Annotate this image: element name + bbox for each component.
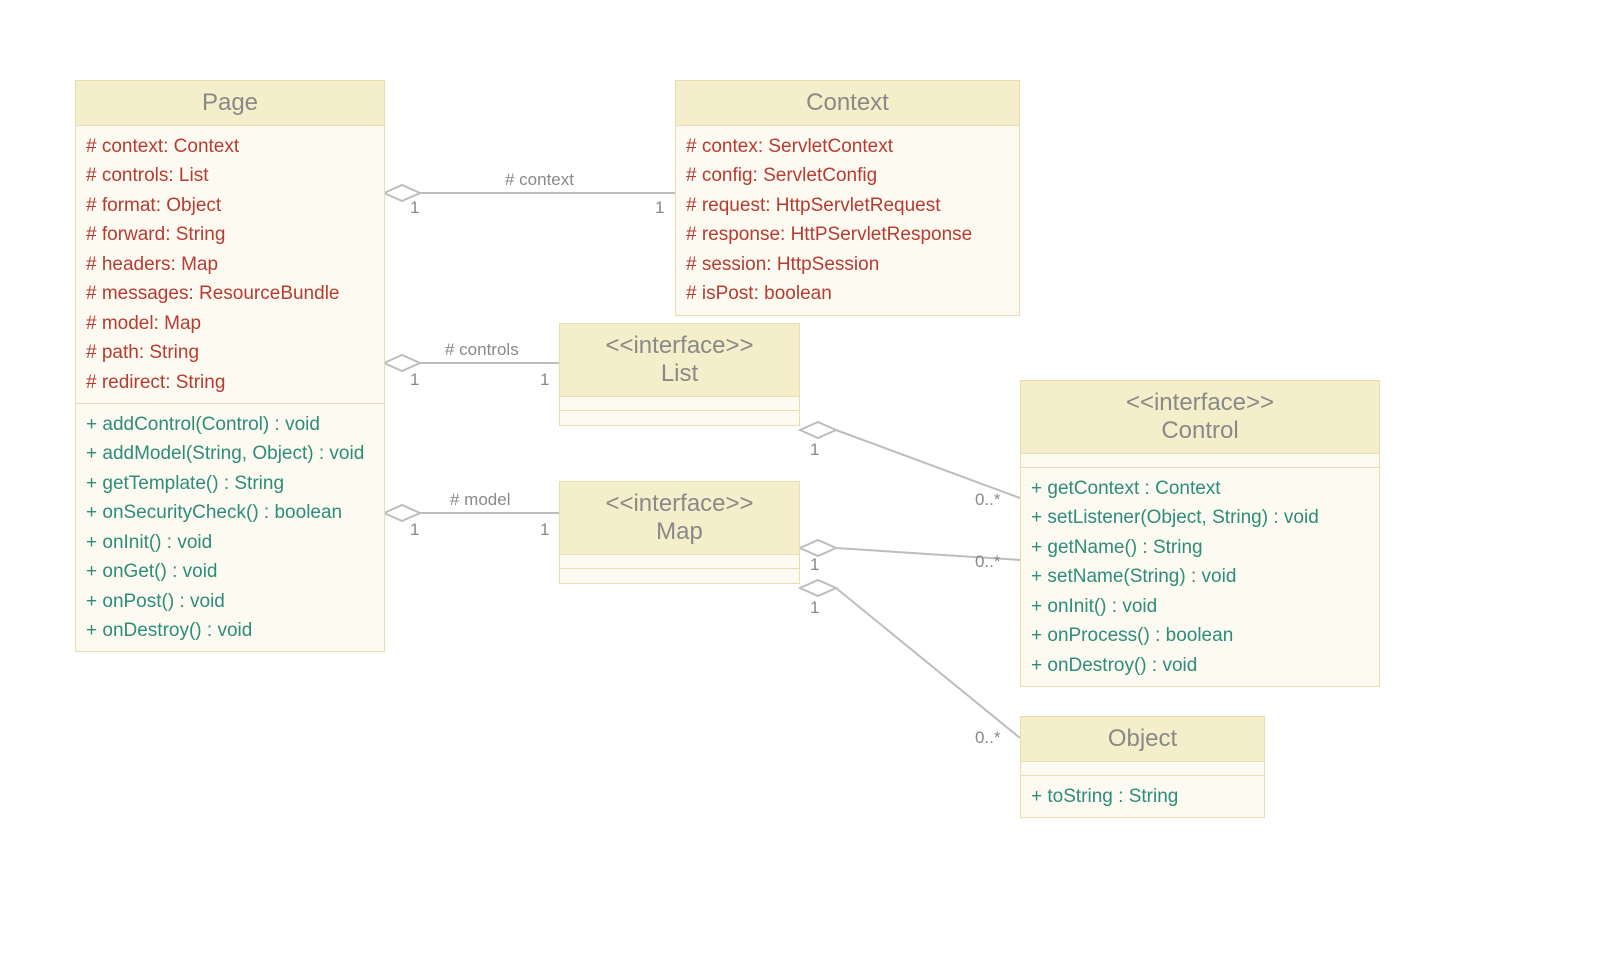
attr: # headers: Map [86, 250, 374, 279]
attr: # context: Context [86, 132, 374, 161]
attr: # model: Map [86, 309, 374, 338]
class-control-title: <<interface>> Control [1021, 381, 1379, 454]
attr: # redirect: String [86, 368, 374, 397]
class-list-name: List [566, 360, 793, 388]
class-map-attributes [560, 555, 799, 569]
attr: # forward: String [86, 220, 374, 249]
class-context-attributes: # contex: ServletContext # config: Servl… [676, 126, 1019, 315]
class-page-title: Page [76, 81, 384, 126]
attr: # isPost: boolean [686, 279, 1009, 308]
mult-map-control-many: 0..* [975, 552, 1001, 572]
op: + onDestroy() : void [1031, 651, 1369, 680]
op: + addControl(Control) : void [86, 410, 374, 439]
mult-list-control-1: 1 [810, 440, 819, 460]
op: + onPost() : void [86, 587, 374, 616]
class-object: Object + toString : String [1020, 716, 1265, 818]
op: + toString : String [1031, 782, 1254, 811]
class-object-title: Object [1021, 717, 1264, 762]
op: + onInit() : void [86, 528, 374, 557]
class-page-attributes: # context: Context # controls: List # fo… [76, 126, 384, 404]
class-context-name: Context [682, 89, 1013, 117]
class-control-attributes [1021, 454, 1379, 468]
class-list-stereotype: <<interface>> [566, 332, 793, 360]
class-map-operations [560, 569, 799, 583]
class-control-name: Control [1027, 417, 1373, 445]
class-list: <<interface>> List [559, 323, 800, 426]
attr: # config: ServletConfig [686, 161, 1009, 190]
attr: # controls: List [86, 161, 374, 190]
class-control-stereotype: <<interface>> [1027, 389, 1373, 417]
class-object-attributes [1021, 762, 1264, 776]
attr: # request: HttpServletRequest [686, 191, 1009, 220]
class-object-name: Object [1027, 725, 1258, 753]
mult-page-context-1a: 1 [410, 198, 419, 218]
mult-map-object-many: 0..* [975, 728, 1001, 748]
mult-map-control-1: 1 [810, 555, 819, 575]
attr: # session: HttpSession [686, 250, 1009, 279]
op: + onProcess() : boolean [1031, 621, 1369, 650]
class-list-attributes [560, 397, 799, 411]
attr: # format: Object [86, 191, 374, 220]
op: + getName() : String [1031, 533, 1369, 562]
mult-map-object-1: 1 [810, 598, 819, 618]
class-object-operations: + toString : String [1021, 776, 1264, 817]
op: + addModel(String, Object) : void [86, 439, 374, 468]
mult-page-map-1b: 1 [540, 520, 549, 540]
mult-page-map-1a: 1 [410, 520, 419, 540]
label-context-assoc: # context [505, 170, 574, 190]
attr: # contex: ServletContext [686, 132, 1009, 161]
op: + getContext : Context [1031, 474, 1369, 503]
mult-page-list-1b: 1 [540, 370, 549, 390]
attr: # path: String [86, 338, 374, 367]
attr: # response: HttPServletResponse [686, 220, 1009, 249]
class-list-title: <<interface>> List [560, 324, 799, 397]
op: + onSecurityCheck() : boolean [86, 498, 374, 527]
mult-page-context-1b: 1 [655, 198, 664, 218]
class-control-operations: + getContext : Context + setListener(Obj… [1021, 468, 1379, 686]
class-page: Page # context: Context # controls: List… [75, 80, 385, 652]
mult-page-list-1a: 1 [410, 370, 419, 390]
class-control: <<interface>> Control + getContext : Con… [1020, 380, 1380, 687]
class-list-operations [560, 411, 799, 425]
op: + setListener(Object, String) : void [1031, 503, 1369, 532]
class-page-operations: + addControl(Control) : void + addModel(… [76, 404, 384, 652]
op: + getTemplate() : String [86, 469, 374, 498]
attr: # messages: ResourceBundle [86, 279, 374, 308]
label-model-assoc: # model [450, 490, 510, 510]
class-map-stereotype: <<interface>> [566, 490, 793, 518]
label-controls-assoc: # controls [445, 340, 519, 360]
class-map: <<interface>> Map [559, 481, 800, 584]
op: + onDestroy() : void [86, 616, 374, 645]
op: + onGet() : void [86, 557, 374, 586]
class-context-title: Context [676, 81, 1019, 126]
class-page-name: Page [82, 89, 378, 117]
class-map-title: <<interface>> Map [560, 482, 799, 555]
op: + onInit() : void [1031, 592, 1369, 621]
class-context: Context # contex: ServletContext # confi… [675, 80, 1020, 316]
mult-list-control-many: 0..* [975, 490, 1001, 510]
op: + setName(String) : void [1031, 562, 1369, 591]
class-map-name: Map [566, 518, 793, 546]
